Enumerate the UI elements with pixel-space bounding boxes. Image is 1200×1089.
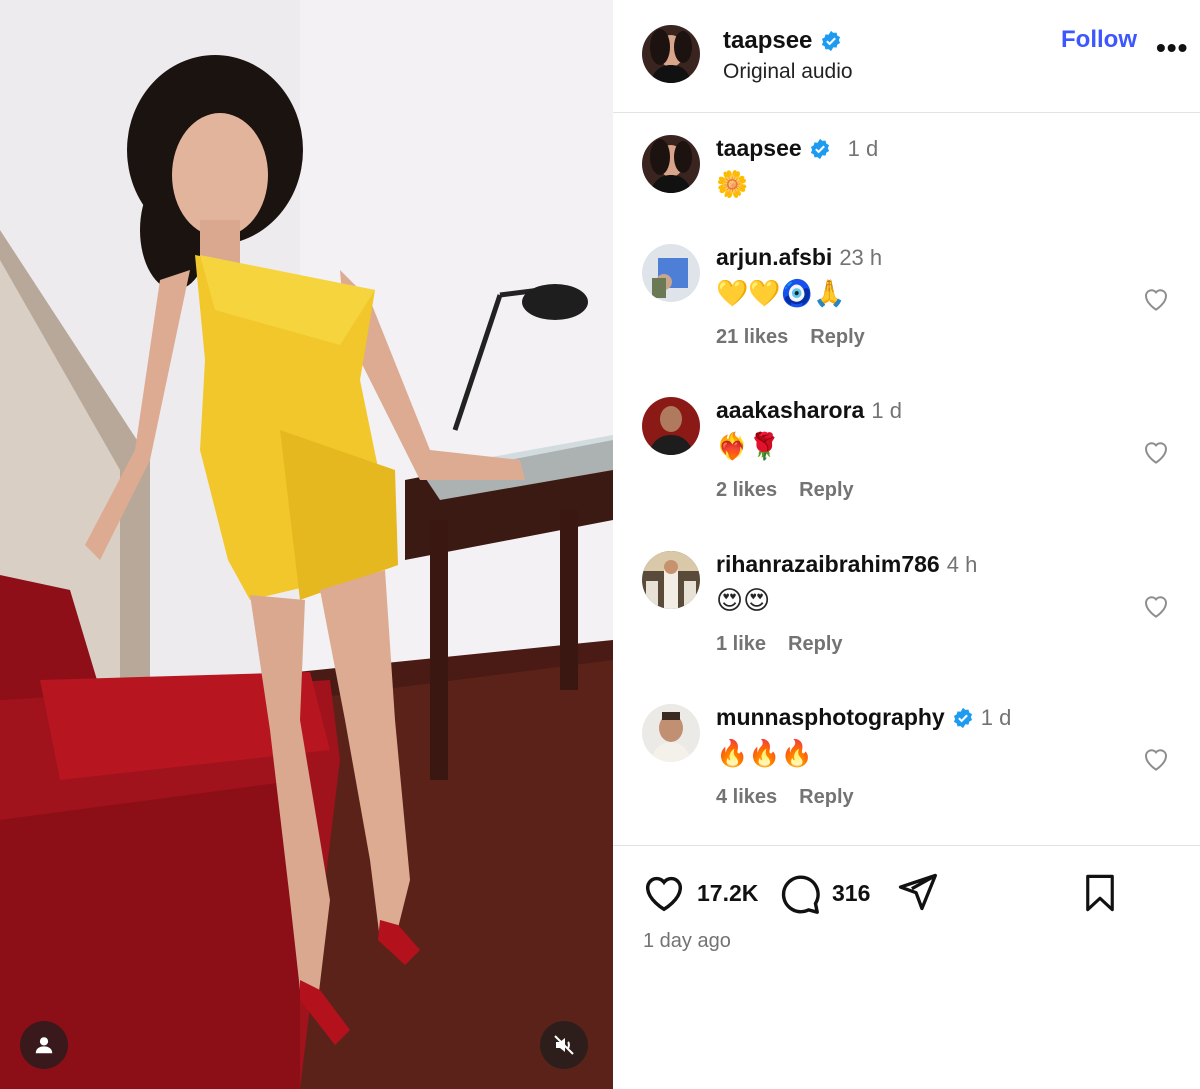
post-header: taapsee Original audio Follow ••• <box>613 0 1200 113</box>
caption-avatar[interactable] <box>642 135 700 193</box>
comment-likes[interactable]: 4 likes <box>716 786 777 809</box>
tagged-users-button[interactable] <box>20 1021 68 1069</box>
verified-badge-icon <box>810 138 829 159</box>
caption-time: 1 d <box>847 135 879 161</box>
post-photo <box>0 0 613 1089</box>
comment-text: 🔥🔥🔥 <box>716 738 814 768</box>
reply-button[interactable]: Reply <box>799 479 853 502</box>
post-side-panel: taapsee Original audio Follow ••• taapse… <box>613 0 1200 1089</box>
commenter-username-text: aaakasharora <box>716 397 865 423</box>
reply-button[interactable]: Reply <box>788 633 842 656</box>
reply-button[interactable]: Reply <box>810 326 864 349</box>
heart-icon[interactable] <box>1141 437 1171 467</box>
mute-toggle-button[interactable] <box>540 1021 588 1069</box>
caption-text: 🌼 <box>716 169 749 199</box>
comment-likes[interactable]: 1 like <box>716 633 766 656</box>
post-actions-bar: 17.2K 316 <box>613 870 1200 920</box>
caption-username-text: taapsee <box>716 135 802 161</box>
commenter-username[interactable]: arjun.afsbi 23 h <box>716 244 882 271</box>
reply-button[interactable]: Reply <box>799 786 853 809</box>
comment-meta: 2 likes Reply <box>716 479 854 502</box>
more-options-button[interactable]: ••• <box>1156 34 1188 62</box>
comment-meta: 1 like Reply <box>716 633 843 656</box>
commenter-username-text: arjun.afsbi <box>716 244 833 270</box>
author-username-text: taapsee <box>723 27 813 54</box>
save-action[interactable] <box>1079 870 1121 916</box>
share-action[interactable] <box>895 870 939 914</box>
comment-time: 1 d <box>980 704 1012 730</box>
heart-icon[interactable] <box>1141 744 1171 774</box>
verified-badge-icon <box>953 707 972 728</box>
commenter-avatar[interactable] <box>642 704 700 762</box>
comment-time: 4 h <box>946 551 978 577</box>
commenter-username[interactable]: munnasphotography 1 d <box>716 704 1011 731</box>
comment-action[interactable]: 316 <box>776 870 870 916</box>
commenter-username-text: munnasphotography <box>716 704 945 730</box>
commenter-username[interactable]: aaakasharora 1 d <box>716 397 902 424</box>
muted-speaker-icon <box>554 1035 574 1055</box>
heart-icon[interactable] <box>1141 591 1171 621</box>
verified-badge-icon <box>822 30 841 52</box>
post-media[interactable] <box>0 0 613 1089</box>
like-action[interactable]: 17.2K <box>641 870 758 916</box>
audio-label[interactable]: Original audio <box>723 60 853 84</box>
post-timestamp: 1 day ago <box>643 930 731 952</box>
comment-meta: 21 likes Reply <box>716 326 865 349</box>
commenter-avatar[interactable] <box>642 551 700 609</box>
commenter-username[interactable]: rihanrazaibrahim786 4 h <box>716 551 977 578</box>
heart-icon[interactable] <box>641 870 687 916</box>
comment-bubble-icon[interactable] <box>776 870 822 916</box>
caption-username[interactable]: taapsee 1 d <box>716 135 878 162</box>
author-avatar[interactable] <box>642 25 700 83</box>
comment-meta: 4 likes Reply <box>716 786 854 809</box>
paper-plane-icon[interactable] <box>895 870 939 914</box>
heart-icon[interactable] <box>1141 284 1171 314</box>
commenter-avatar[interactable] <box>642 244 700 302</box>
commenter-avatar[interactable] <box>642 397 700 455</box>
user-tag-icon <box>35 1037 53 1054</box>
comments-list[interactable]: taapsee 1 d 🌼 arjun.afsbi 23 h 💛💛🧿🙏 21 l… <box>613 114 1200 846</box>
follow-button[interactable]: Follow <box>1061 26 1137 54</box>
bookmark-icon[interactable] <box>1079 870 1121 916</box>
comment-text: ❤️‍🔥🌹 <box>716 431 781 461</box>
comment-likes[interactable]: 21 likes <box>716 326 788 349</box>
comment-text: 😍😍 <box>716 585 771 615</box>
comment-time: 1 d <box>871 397 902 423</box>
author-username[interactable]: taapsee <box>723 27 842 55</box>
commenter-username-text: rihanrazaibrahim786 <box>716 551 940 577</box>
comment-text: 💛💛🧿🙏 <box>716 278 846 308</box>
comment-time: 23 h <box>839 244 883 270</box>
comment-count: 316 <box>832 879 871 906</box>
comment-likes[interactable]: 2 likes <box>716 479 777 502</box>
like-count[interactable]: 17.2K <box>697 880 758 907</box>
